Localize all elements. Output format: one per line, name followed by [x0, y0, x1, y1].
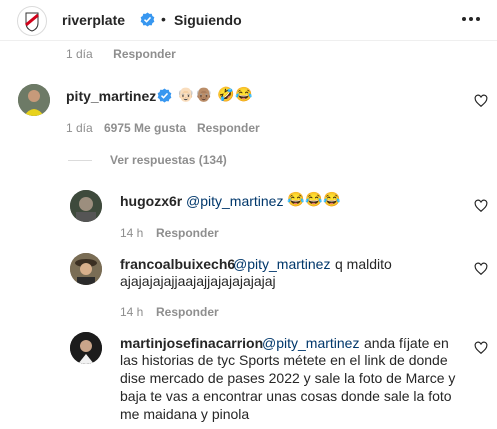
header-divider — [0, 40, 497, 41]
header-separator: • — [161, 11, 166, 27]
more-options-icon[interactable] — [462, 17, 482, 23]
reply-2-time: 14 h — [120, 305, 144, 319]
main-comment-emoji-2: 👴🏽 — [195, 86, 213, 102]
reply-3-text-line-2: las historias de tyc Sports métete en el… — [120, 352, 448, 368]
reply-3-mention[interactable]: @pity_martinez — [262, 335, 359, 351]
reply-3-text-line-3: dise mercado de pases 2022 y sale la fot… — [120, 370, 456, 386]
hugozx6r-avatar[interactable] — [70, 190, 102, 222]
reply-2-reply-button[interactable]: Responder — [156, 305, 219, 319]
river-plate-crest-icon — [25, 12, 39, 32]
reply-1-emoji-1: 😂 — [287, 191, 305, 207]
view-replies-line — [68, 160, 92, 161]
reply-1-mention[interactable]: @pity_martinez — [186, 193, 283, 209]
main-comment-username[interactable]: pity_martinez — [66, 88, 156, 104]
verified-badge-icon — [157, 88, 172, 103]
main-comment-likes[interactable]: 6975 Me gusta — [104, 121, 186, 135]
main-comment-emoji-1: 👴🏻 — [177, 86, 195, 102]
reply-1-reply-button[interactable]: Responder — [156, 226, 219, 240]
reply-3-username[interactable]: martinjosefinacarrion — [120, 335, 263, 351]
martinjosefinacarrion-avatar[interactable] — [70, 332, 102, 364]
riverplate-avatar[interactable] — [17, 6, 47, 36]
prev-comment-reply-button[interactable]: Responder — [113, 48, 176, 60]
prev-comment-meta: 1 día Responder — [66, 48, 176, 60]
reply-2-text-line-1: q maldito — [335, 256, 392, 272]
like-heart-icon[interactable] — [474, 94, 488, 108]
reply-3-text-line-4: baja te vas a encontrar unas cosas donde… — [120, 388, 452, 404]
main-comment-emoji-4: 😂 — [235, 86, 253, 102]
reply-3-text-line-1: anda fíjate en — [364, 335, 449, 351]
reply-1-emoji-2: 😂 — [305, 191, 323, 207]
header-username[interactable]: riverplate — [62, 12, 125, 28]
reply-1-time: 14 h — [120, 226, 144, 240]
follow-status-button[interactable]: Siguiendo — [174, 12, 242, 28]
prev-comment-time: 1 día — [66, 48, 93, 60]
view-replies-button[interactable]: Ver respuestas (134) — [110, 153, 227, 167]
pity-martinez-avatar[interactable] — [18, 84, 50, 116]
like-heart-icon[interactable] — [474, 199, 488, 213]
verified-badge-icon — [140, 12, 155, 27]
francoalbuixech6-photo — [70, 253, 102, 285]
main-comment-reply-button[interactable]: Responder — [197, 121, 260, 135]
main-comment-emoji-3: 🤣 — [217, 86, 235, 102]
reply-1-username[interactable]: hugozx6r — [120, 193, 182, 209]
like-heart-icon[interactable] — [474, 262, 488, 276]
reply-2-mention[interactable]: @pity_martinez — [233, 256, 330, 272]
reply-3-text-line-5: me maidana y pinola — [120, 406, 250, 422]
reply-1-emoji-3: 😂 — [323, 191, 341, 207]
reply-2-username[interactable]: francoalbuixech6 — [120, 256, 235, 272]
hugozx6r-photo — [70, 190, 102, 222]
like-heart-icon[interactable] — [474, 341, 488, 355]
martinjosefinacarrion-photo — [70, 332, 102, 364]
post-header: riverplate • Siguiendo — [0, 0, 497, 40]
reply-2-text-line-2: ajajajajajjaajajjajajajajajaj — [120, 273, 276, 289]
main-comment-time: 1 día — [66, 121, 93, 135]
pity-martinez-photo — [18, 84, 50, 116]
francoalbuixech6-avatar[interactable] — [70, 253, 102, 285]
